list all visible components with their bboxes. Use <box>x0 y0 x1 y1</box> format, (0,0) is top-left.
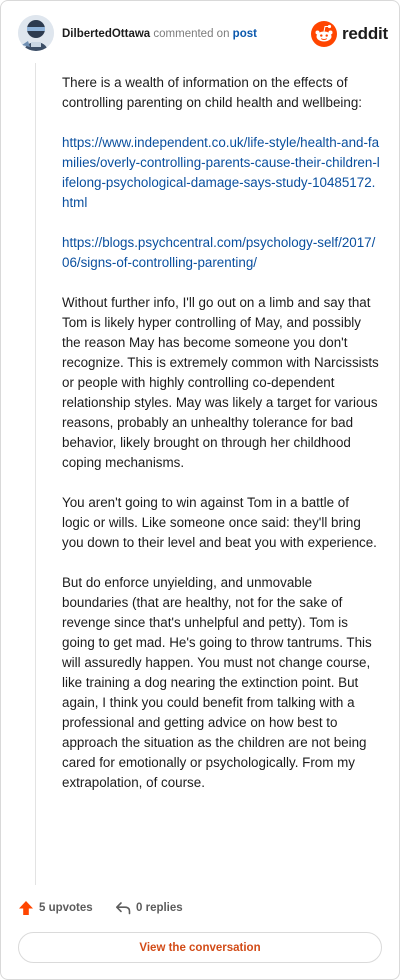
link-independent-article[interactable]: https://www.independent.co.uk/life-style… <box>62 135 380 210</box>
comment-paragraph: There is a wealth of information on the … <box>62 75 363 110</box>
reddit-logo[interactable]: reddit <box>311 21 388 47</box>
comment-link-paragraph: https://blogs.psychcentral.com/psycholog… <box>62 233 380 273</box>
comment-header: DilbertedOttawa commented on post reddit <box>1 1 400 67</box>
reply-count: 0 replies <box>136 902 183 914</box>
comment-meta: DilbertedOttawa commented on post <box>62 26 257 42</box>
avatar[interactable] <box>18 15 54 51</box>
upvote-arrow-icon <box>19 901 33 915</box>
comment-paragraph: Without further info, I'll go out on a l… <box>62 295 379 470</box>
reddit-snoo-icon <box>311 21 337 47</box>
commented-on-text: commented on <box>153 28 230 40</box>
thread-line <box>35 63 36 885</box>
post-link[interactable]: post <box>233 28 257 40</box>
reddit-wordmark: reddit <box>342 24 389 43</box>
comment-body: There is a wealth of information on the … <box>62 73 380 813</box>
comment-footer: 5 upvotes 0 replies <box>1 894 400 922</box>
username-link[interactable]: DilbertedOttawa <box>62 28 150 40</box>
comment-link-paragraph: https://www.independent.co.uk/life-style… <box>62 133 380 213</box>
comment-paragraph: You aren't going to win against Tom in a… <box>62 495 377 550</box>
upvote-count: 5 upvotes <box>39 902 93 914</box>
comment-paragraph: But do enforce unyielding, and unmovable… <box>62 575 372 790</box>
reply-arrow-icon <box>116 902 131 915</box>
replies-button[interactable]: 0 replies <box>115 898 183 918</box>
comment-card: DilbertedOttawa commented on post reddit… <box>0 0 400 980</box>
user-avatar-icon <box>18 15 54 51</box>
link-psychcentral-article[interactable]: https://blogs.psychcentral.com/psycholog… <box>62 235 375 270</box>
view-conversation-button[interactable]: View the conversation <box>18 932 382 963</box>
upvote-button[interactable]: 5 upvotes <box>18 898 93 918</box>
